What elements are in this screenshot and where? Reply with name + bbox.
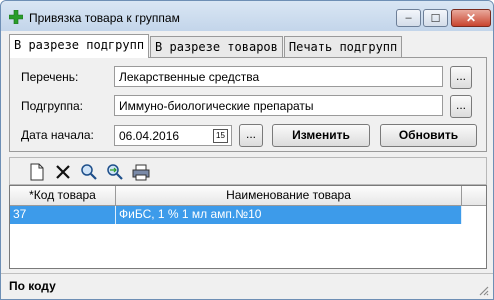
- tab-by-subgroups[interactable]: В разрезе подгрупп: [9, 34, 150, 58]
- title-bar[interactable]: Привязка товара к группам – ☐ ✕: [1, 1, 493, 31]
- tab-strip: В разрезе подгрупп В разрезе товаров Печ…: [9, 34, 403, 58]
- print-icon[interactable]: [132, 163, 150, 181]
- change-button[interactable]: Изменить: [272, 124, 370, 147]
- green-cross-icon: [9, 10, 23, 24]
- new-document-icon[interactable]: [28, 163, 46, 181]
- resize-grip-icon[interactable]: [477, 284, 489, 296]
- minimize-button[interactable]: –: [396, 9, 421, 27]
- tab-by-products[interactable]: В разрезе товаров: [150, 36, 283, 57]
- calendar-icon[interactable]: 15: [213, 129, 228, 143]
- grid-header-filler: [462, 186, 486, 206]
- maximize-icon: ☐: [430, 12, 441, 25]
- column-header-code[interactable]: *Код товара: [10, 186, 116, 206]
- subgroup-label: Подгруппа:: [21, 99, 83, 113]
- search-icon[interactable]: [80, 163, 98, 181]
- minimize-icon: –: [405, 12, 412, 24]
- products-grid: *Код товара Наименование товара 37 ФиБС,…: [9, 185, 487, 269]
- delete-icon[interactable]: [54, 163, 72, 181]
- status-bar: По коду: [1, 273, 493, 299]
- list-browse-button[interactable]: ...: [450, 66, 472, 89]
- cell-code: 37: [10, 206, 116, 224]
- toolbar: [9, 157, 487, 185]
- list-field[interactable]: Лекарственные средства: [114, 66, 443, 87]
- subgroup-field[interactable]: Иммуно-биологические препараты: [114, 95, 443, 116]
- cell-name: ФиБС, 1 % 1 мл амп.№10: [116, 206, 462, 224]
- list-label: Перечень:: [21, 70, 79, 84]
- status-text: По коду: [9, 279, 56, 293]
- search-next-icon[interactable]: [106, 163, 124, 181]
- maximize-button[interactable]: ☐: [423, 9, 448, 27]
- close-button[interactable]: ✕: [451, 9, 491, 27]
- date-browse-button[interactable]: ...: [239, 124, 263, 147]
- column-header-name[interactable]: Наименование товара: [116, 186, 462, 206]
- start-date-label: Дата начала:: [21, 128, 94, 142]
- tab-print-subgroups[interactable]: Печать подгрупп: [283, 36, 403, 57]
- close-icon: ✕: [465, 11, 477, 25]
- grid-header: *Код товара Наименование товара: [10, 186, 486, 206]
- window-title: Привязка товара к группам: [29, 11, 180, 25]
- main-window: Привязка товара к группам – ☐ ✕ В разрез…: [0, 0, 494, 300]
- table-row[interactable]: 37 ФиБС, 1 % 1 мл амп.№10: [10, 206, 462, 224]
- refresh-button[interactable]: Обновить: [380, 124, 477, 147]
- subgroup-browse-button[interactable]: ...: [450, 95, 472, 118]
